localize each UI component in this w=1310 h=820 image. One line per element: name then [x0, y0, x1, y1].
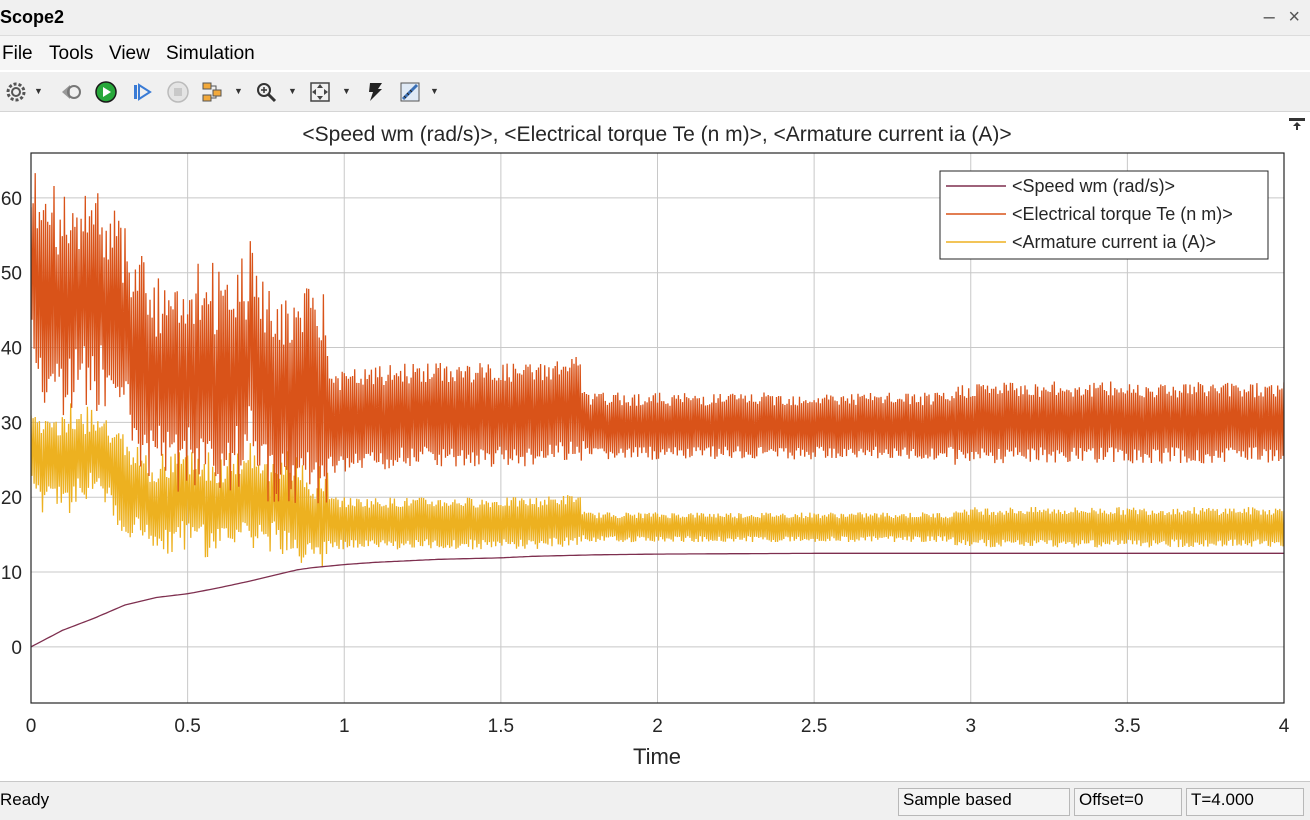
window-title: Scope2: [0, 7, 65, 27]
legend[interactable]: <Speed wm (rad/s)> <Electrical torque Te …: [939, 170, 1269, 260]
title-bar: Scope2 – ×: [0, 0, 1310, 36]
x-tick-label: 0: [26, 716, 37, 737]
settings-dropdown-icon[interactable]: ▼: [34, 86, 43, 96]
menu-tools[interactable]: Tools: [49, 43, 93, 65]
step-back-icon[interactable]: [58, 80, 82, 104]
time-indicator: T=4.000: [1186, 788, 1304, 816]
stop-icon[interactable]: [166, 80, 190, 104]
undock-icon[interactable]: [1288, 117, 1306, 131]
x-tick-label: 0.5: [174, 716, 200, 737]
x-tick-label: 2: [652, 716, 663, 737]
autoscale-icon[interactable]: [308, 80, 332, 104]
x-tick-label: 3.5: [1114, 716, 1140, 737]
minimize-button[interactable]: –: [1264, 6, 1275, 28]
gear-icon[interactable]: [4, 80, 28, 104]
autoscale-dropdown-icon[interactable]: ▼: [342, 86, 351, 96]
status-bar: Ready Sample based Offset=0 T=4.000: [0, 781, 1310, 820]
scope-window: Scope2 – × File Tools View Simulation ▼: [0, 0, 1310, 820]
step-forward-icon[interactable]: [130, 80, 154, 104]
x-axis-label: Time: [633, 744, 681, 769]
chart-title: <Speed wm (rad/s)>, <Electrical torque T…: [302, 123, 1011, 146]
run-icon[interactable]: [94, 80, 118, 104]
menu-simulation[interactable]: Simulation: [166, 43, 255, 65]
y-tick-label: 20: [1, 488, 22, 509]
menu-view[interactable]: View: [109, 43, 150, 65]
x-tick-label: 1.5: [488, 716, 514, 737]
signal-config-icon[interactable]: [200, 80, 224, 104]
legend-label: <Electrical torque Te (n m)>: [1012, 204, 1233, 224]
measurement-dropdown-icon[interactable]: ▼: [430, 86, 439, 96]
legend-label: <Armature current ia (A)>: [1012, 232, 1216, 252]
measurement-icon[interactable]: [398, 80, 422, 104]
zoom-icon[interactable]: [254, 80, 278, 104]
status-text: Ready: [0, 790, 50, 809]
sample-mode-indicator: Sample based: [898, 788, 1070, 816]
plot-area[interactable]: <Speed wm (rad/s)>, <Electrical torque T…: [0, 113, 1310, 781]
zoom-dropdown-icon[interactable]: ▼: [288, 86, 297, 96]
highlight-block-icon[interactable]: [364, 80, 388, 104]
signal-dropdown-icon[interactable]: ▼: [234, 86, 243, 96]
toolbar: ▼ ▼ ▼ ▼ ▼: [0, 72, 1310, 112]
window-controls: – ×: [1256, 6, 1300, 29]
legend-label: <Speed wm (rad/s)>: [1012, 176, 1175, 196]
y-tick-label: 50: [1, 264, 22, 285]
offset-indicator: Offset=0: [1074, 788, 1182, 816]
menu-file[interactable]: File: [2, 43, 33, 65]
y-tick-label: 40: [1, 339, 22, 360]
y-tick-label: 30: [1, 413, 22, 434]
y-tick-label: 60: [1, 189, 22, 210]
y-tick-label: 0: [11, 638, 22, 659]
x-tick-label: 4: [1279, 716, 1290, 737]
menu-bar: File Tools View Simulation: [0, 36, 1310, 70]
scope-chart[interactable]: <Speed wm (rad/s)>, <Electrical torque T…: [0, 113, 1310, 781]
close-button[interactable]: ×: [1288, 6, 1300, 28]
x-tick-label: 2.5: [801, 716, 827, 737]
y-tick-label: 10: [1, 563, 22, 584]
x-tick-label: 1: [339, 716, 350, 737]
x-tick-label: 3: [965, 716, 976, 737]
